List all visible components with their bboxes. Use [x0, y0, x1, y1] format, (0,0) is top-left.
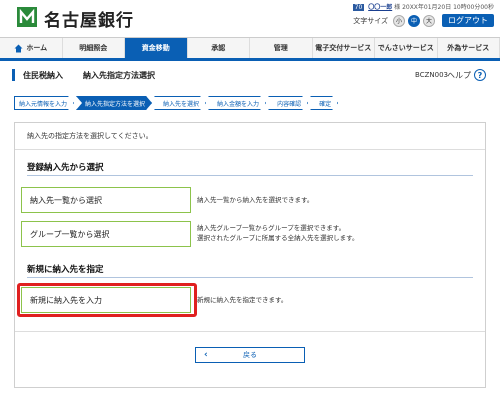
nav-item-label: 承認 [211, 44, 226, 52]
select-from-group-button[interactable]: グループ一覧から選択 [21, 221, 191, 247]
help-link[interactable]: ヘルプ ? [447, 69, 486, 81]
nav-item-approval[interactable]: 承認 [188, 38, 250, 58]
nav-item-label: 電子交付サービス [315, 44, 372, 52]
step-2-current: 納入先指定方法を選択 [76, 96, 152, 110]
select-from-list-button[interactable]: 納入先一覧から選択 [21, 187, 191, 213]
section-registered-title: 登録納入先から選択 [27, 163, 104, 173]
nav-item-label: 資金移動 [141, 44, 170, 52]
fontsize-small-button[interactable]: 小 [393, 14, 405, 27]
nav-item-label: 管理 [273, 44, 288, 52]
new-payee-desc: 新規に納入先を指定できます。 [197, 296, 288, 304]
back-button[interactable]: ‹ 戻る [195, 347, 305, 363]
fontsize-large-button[interactable]: 大 [423, 14, 435, 27]
nav-item-statements[interactable]: 明細照会 [63, 38, 125, 58]
nav-item-e-delivery[interactable]: 電子交付サービス [313, 38, 375, 58]
page-title-bar: 住民税納入 納入先指定方法選択 BCZN003 ヘルプ ? [0, 64, 500, 86]
section-underline [27, 175, 473, 176]
nav-item-label: 外為サービス [447, 44, 490, 52]
logout-button[interactable]: ログアウト [442, 14, 494, 27]
step-6: 確定 [310, 96, 338, 110]
nav-item-label: 明細照会 [79, 44, 108, 52]
step-indicator: 納入元情報を入力 納入先指定方法を選択 納入先を選択 納入金額を入力 内容確認 … [14, 96, 340, 110]
fontsize-label: 文字サイズ [353, 16, 388, 25]
section-underline [27, 277, 473, 278]
group-desc-line2: 選択されたグループに所属する全納入先を選択します。 [197, 234, 359, 242]
select-from-group-desc: 納入先グループ一覧からグループを選択できます。 選択されたグループに所属する全納… [197, 223, 358, 243]
nav-item-home[interactable]: ホーム [0, 38, 63, 58]
header: 名古屋銀行 70 〇〇一郎 様 20XX年01月20日 10時00分00秒 文字… [0, 0, 500, 36]
step-4: 納入金額を入力 [208, 96, 266, 110]
select-from-list-desc: 納入先一覧から納入先を選択できます。 [197, 196, 314, 204]
new-payee-button[interactable]: 新規に納入先を入力 [21, 287, 191, 313]
bank-name: 名古屋銀行 [44, 11, 134, 31]
help-label: ヘルプ [447, 70, 471, 80]
user-name-link[interactable]: 〇〇一郎 [368, 4, 392, 11]
divider [15, 331, 485, 332]
content-panel: 納入先の指定方法を選択してください。 登録納入先から選択 納入先一覧から選択 納… [14, 122, 486, 388]
user-suffix: 様 [394, 4, 401, 11]
step-3: 納入先を選択 [154, 96, 206, 110]
back-label: 戻る [243, 351, 257, 359]
chevron-left-icon: ‹ [204, 350, 208, 360]
nav-item-forex[interactable]: 外為サービス [438, 38, 500, 58]
step-1: 納入元情報を入力 [14, 96, 74, 110]
user-info: 70 〇〇一郎 様 20XX年01月20日 10時00分00秒 [352, 2, 494, 11]
page-subtitle: 納入先指定方法選択 [83, 70, 155, 80]
group-desc-line1: 納入先グループ一覧からグループを選択できます。 [197, 224, 346, 232]
home-icon [14, 44, 23, 53]
help-icon: ? [474, 69, 486, 81]
nav-item-densai[interactable]: でんさいサービス [375, 38, 438, 58]
nav-item-label: でんさいサービス [377, 44, 434, 52]
nav-item-transfers[interactable]: 資金移動 [125, 38, 188, 58]
instruction-text: 納入先の指定方法を選択してください。 [27, 132, 153, 140]
screen-id: BCZN003 [415, 71, 448, 79]
nav-item-management[interactable]: 管理 [250, 38, 313, 58]
fontsize-medium-button[interactable]: 中 [408, 14, 420, 27]
nav-item-label: ホーム [26, 44, 48, 52]
login-timestamp: 20XX年01月20日 10時00分00秒 [402, 4, 494, 11]
divider [15, 149, 485, 150]
page-title: 住民税納入 [23, 70, 63, 80]
bank-logo-icon [16, 6, 38, 28]
title-accent [12, 69, 15, 81]
section-new-title: 新規に納入先を指定 [27, 265, 104, 275]
user-badge: 70 [352, 4, 365, 11]
step-5: 内容確認 [268, 96, 308, 110]
fontsize-controls: 文字サイズ 小 中 大 ログアウト [353, 14, 494, 27]
main-nav: ホーム 明細照会 資金移動 承認 管理 電子交付サービス でんさいサービス 外為… [0, 37, 500, 61]
